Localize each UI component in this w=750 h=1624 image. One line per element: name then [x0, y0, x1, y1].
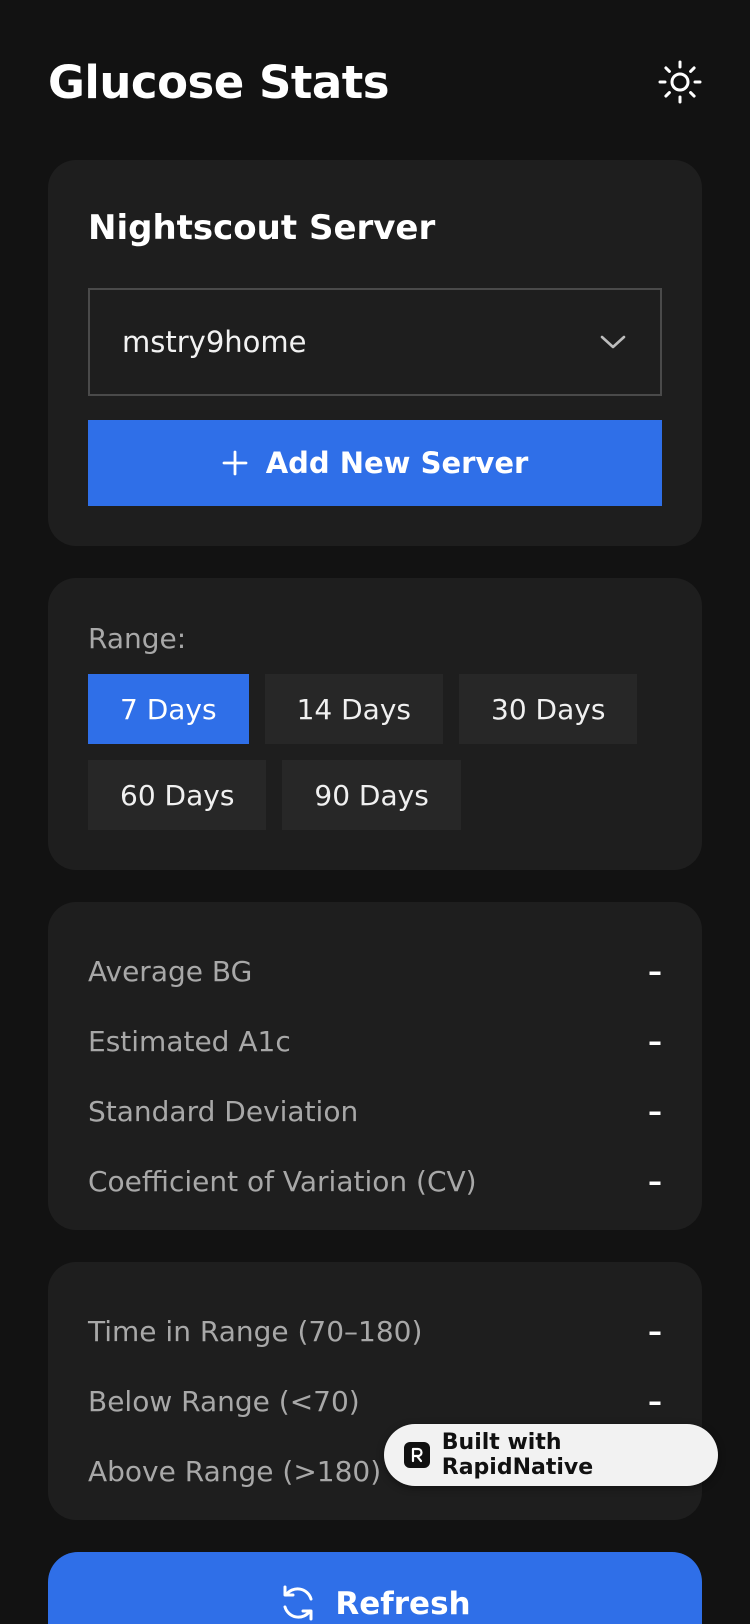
refresh-icon	[283, 1585, 313, 1621]
plus-icon	[222, 450, 248, 476]
sun-icon	[658, 60, 702, 104]
stat-label: Average BG	[88, 954, 253, 988]
app-screen: Glucose Stats Nightscout Server mstry9ho…	[0, 0, 750, 1624]
stat-value: –	[648, 954, 662, 988]
range-chip-14-days[interactable]: 14 Days	[264, 674, 443, 744]
stat-row-time-in-range: Time in Range (70–180) –	[88, 1296, 662, 1366]
range-label: Range:	[88, 622, 187, 655]
stat-label: Coefficient of Variation (CV)	[88, 1164, 477, 1198]
stat-row-estimated-a1c: Estimated A1c –	[88, 1006, 662, 1076]
stat-row-average-bg: Average BG –	[88, 936, 662, 1006]
refresh-button[interactable]: Refresh	[48, 1552, 702, 1624]
server-select[interactable]: mstry9home	[88, 288, 662, 396]
stats-list: Average BG – Estimated A1c – Standard De…	[88, 936, 662, 1216]
rapidnative-logo-icon	[404, 1442, 430, 1468]
stat-row-cv: Coefficient of Variation (CV) –	[88, 1146, 662, 1216]
refresh-label: Refresh	[335, 1586, 471, 1622]
range-card: Range: 7 Days 14 Days 30 Days 60 Days 90…	[48, 578, 702, 870]
theme-toggle-button[interactable]	[654, 56, 706, 108]
stat-label: Below Range (<70)	[88, 1384, 360, 1418]
stat-row-standard-deviation: Standard Deviation –	[88, 1076, 662, 1146]
stat-label: Standard Deviation	[88, 1094, 359, 1128]
page-title: Glucose Stats	[48, 55, 390, 109]
stat-label: Estimated A1c	[88, 1024, 291, 1058]
range-chip-30-days[interactable]: 30 Days	[459, 674, 638, 744]
server-select-value: mstry9home	[122, 325, 307, 359]
range-chip-group: 7 Days 14 Days 30 Days 60 Days 90 Days	[88, 674, 648, 830]
server-card-title: Nightscout Server	[88, 208, 436, 248]
chevron-down-icon	[600, 335, 626, 349]
header: Glucose Stats	[48, 50, 702, 114]
range-chip-90-days[interactable]: 90 Days	[282, 760, 461, 830]
range-chip-60-days[interactable]: 60 Days	[88, 760, 267, 830]
stat-value: –	[648, 1094, 662, 1128]
range-chip-7-days[interactable]: 7 Days	[88, 674, 249, 744]
rapidnative-badge[interactable]: Built with RapidNative	[384, 1424, 718, 1486]
stat-value: –	[648, 1024, 662, 1058]
stat-value: –	[648, 1384, 662, 1418]
stat-label: Above Range (>180)	[88, 1454, 382, 1488]
stat-value: –	[648, 1164, 662, 1198]
badge-label: Built with RapidNative	[441, 1430, 594, 1480]
stats-card: Average BG – Estimated A1c – Standard De…	[48, 902, 702, 1230]
stat-label: Time in Range (70–180)	[88, 1314, 423, 1348]
stat-value: –	[648, 1314, 662, 1348]
server-card: Nightscout Server mstry9home Add New Ser…	[48, 160, 702, 546]
add-server-label: Add New Server	[265, 446, 529, 480]
add-server-button[interactable]: Add New Server	[88, 420, 662, 506]
